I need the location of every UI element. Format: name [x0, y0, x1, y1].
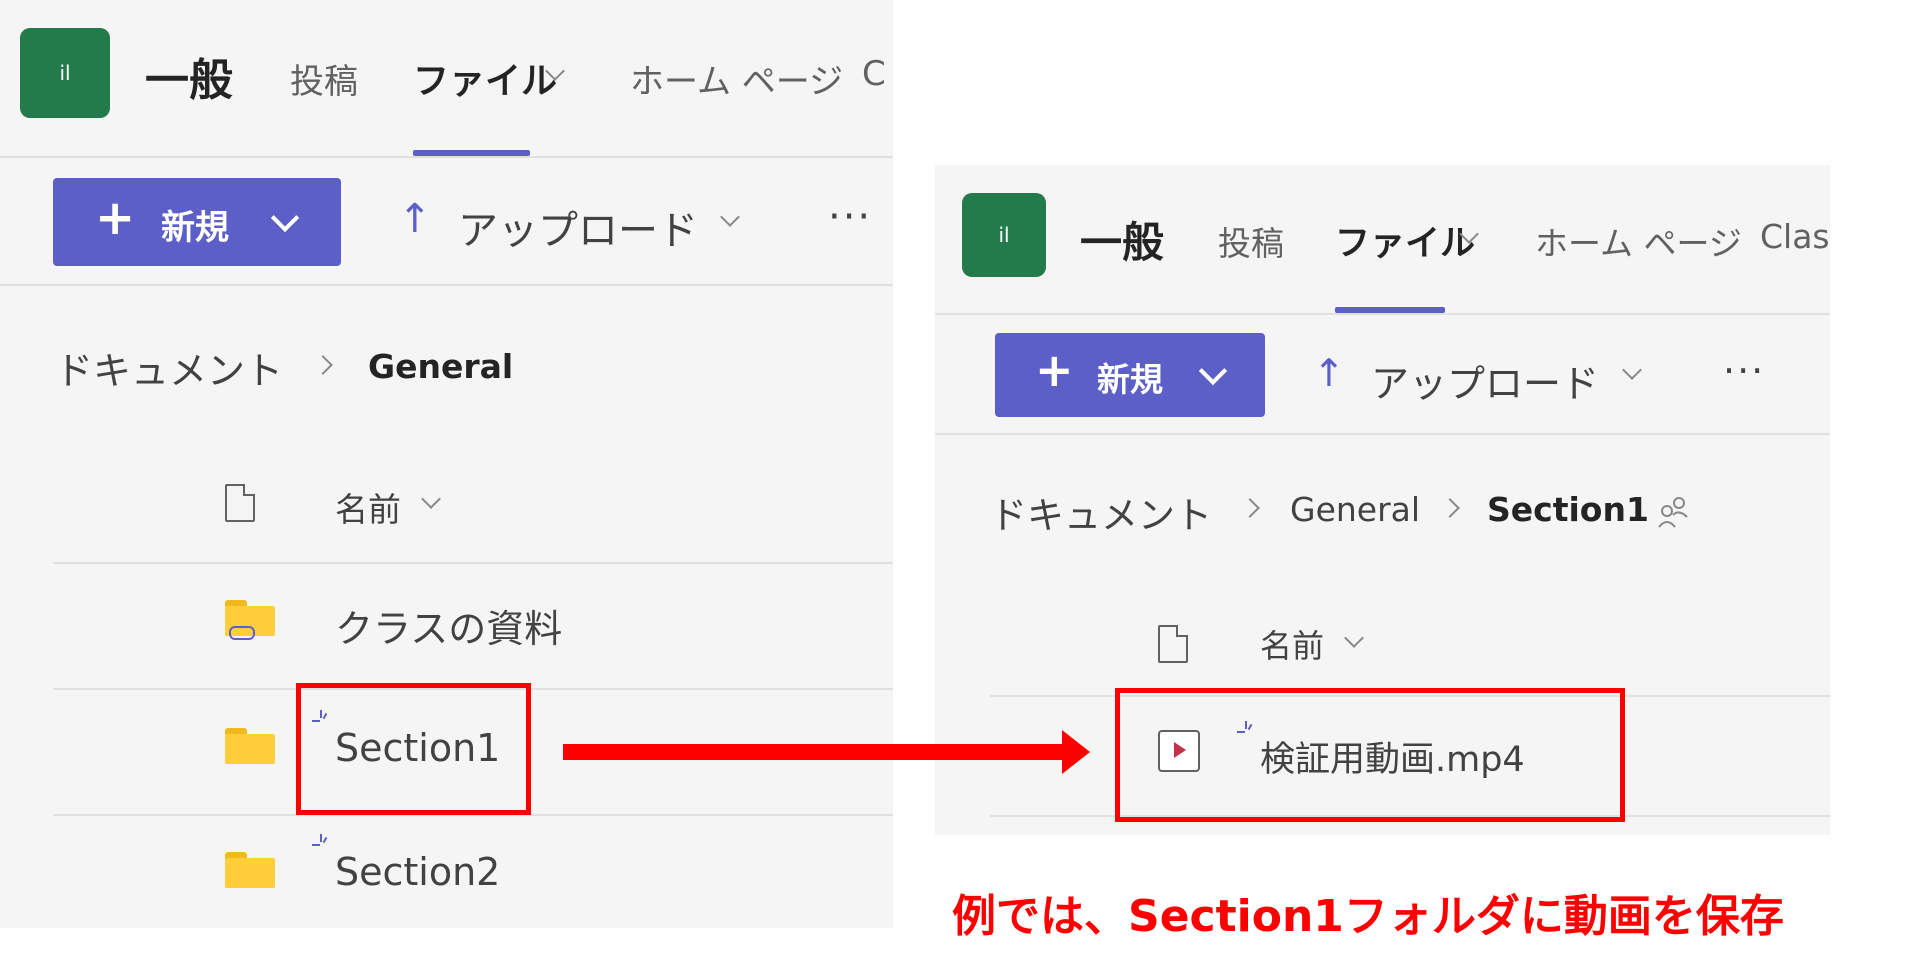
- tab-posts[interactable]: 投稿: [1218, 217, 1284, 265]
- upload-arrow-icon: ↑: [1313, 351, 1345, 395]
- tab-home-page[interactable]: ホーム ページ: [1535, 217, 1742, 265]
- header-divider: [0, 156, 893, 158]
- tab-home-page[interactable]: ホーム ページ: [630, 54, 843, 103]
- shared-people-icon[interactable]: [1655, 493, 1691, 529]
- annotation-arrow: [563, 744, 1063, 760]
- row-divider: [53, 562, 893, 564]
- annotation-arrow-head: [1062, 730, 1090, 774]
- new-button[interactable]: + 新規: [53, 178, 341, 266]
- toolbar-divider: [935, 433, 1830, 435]
- new-item-sparkle-icon: [312, 834, 330, 852]
- folder-icon: [225, 852, 275, 892]
- annotation-caption: 例では、Section1フォルダに動画を保存: [952, 891, 1784, 942]
- breadcrumb-documents[interactable]: ドキュメント: [990, 485, 1212, 539]
- chevron-down-icon: [1198, 356, 1228, 386]
- name-column-header[interactable]: 名前: [1260, 621, 1324, 667]
- file-type-icon: [225, 484, 255, 522]
- breadcrumb-separator: [313, 355, 333, 375]
- breadcrumb-general: General: [368, 347, 514, 386]
- file-type-icon: [1158, 625, 1188, 663]
- channel-title: 一般: [145, 55, 233, 106]
- tab-files[interactable]: ファイル: [413, 52, 557, 104]
- list-item-section2[interactable]: Section2: [335, 850, 500, 894]
- team-app-icon[interactable]: il: [962, 193, 1046, 277]
- tab-class[interactable]: C: [862, 54, 886, 94]
- header-divider: [935, 313, 1830, 315]
- more-options-button[interactable]: ···: [828, 194, 872, 240]
- breadcrumb-separator: [1240, 498, 1260, 518]
- highlight-box-video: [1115, 688, 1625, 822]
- chevron-down-icon: [270, 203, 300, 233]
- new-button[interactable]: + 新規: [995, 333, 1265, 417]
- tab-files[interactable]: ファイル: [1335, 215, 1475, 266]
- breadcrumb-separator: [1440, 498, 1460, 518]
- chevron-down-icon[interactable]: [1622, 360, 1642, 380]
- upload-arrow-icon: ↑: [398, 196, 432, 242]
- breadcrumb-documents[interactable]: ドキュメント: [55, 340, 283, 395]
- toolbar-divider: [0, 284, 893, 286]
- highlight-box-section1: [296, 683, 531, 815]
- plus-icon: +: [95, 190, 136, 246]
- shared-folder-icon: [225, 600, 275, 640]
- team-app-icon[interactable]: il: [20, 28, 110, 118]
- upload-button[interactable]: アップロード: [458, 198, 698, 256]
- channel-title: 一般: [1080, 218, 1165, 267]
- upload-button[interactable]: アップロード: [1371, 353, 1599, 408]
- plus-icon: +: [1035, 343, 1074, 397]
- folder-icon: [225, 728, 275, 768]
- chevron-down-icon[interactable]: [421, 489, 441, 509]
- tab-posts[interactable]: 投稿: [290, 54, 358, 103]
- list-item-class-materials[interactable]: クラスの資料: [335, 598, 562, 653]
- new-button-label: 新規: [161, 208, 229, 248]
- more-options-button[interactable]: ···: [1723, 349, 1765, 393]
- tab-class[interactable]: Class: [1760, 217, 1830, 256]
- new-button-label: 新規: [1097, 360, 1163, 399]
- breadcrumb-section1: Section1: [1487, 490, 1649, 529]
- chevron-down-icon[interactable]: [720, 207, 740, 227]
- name-column-header[interactable]: 名前: [335, 483, 401, 531]
- chevron-down-icon[interactable]: [1344, 628, 1364, 648]
- breadcrumb-general[interactable]: General: [1290, 490, 1420, 529]
